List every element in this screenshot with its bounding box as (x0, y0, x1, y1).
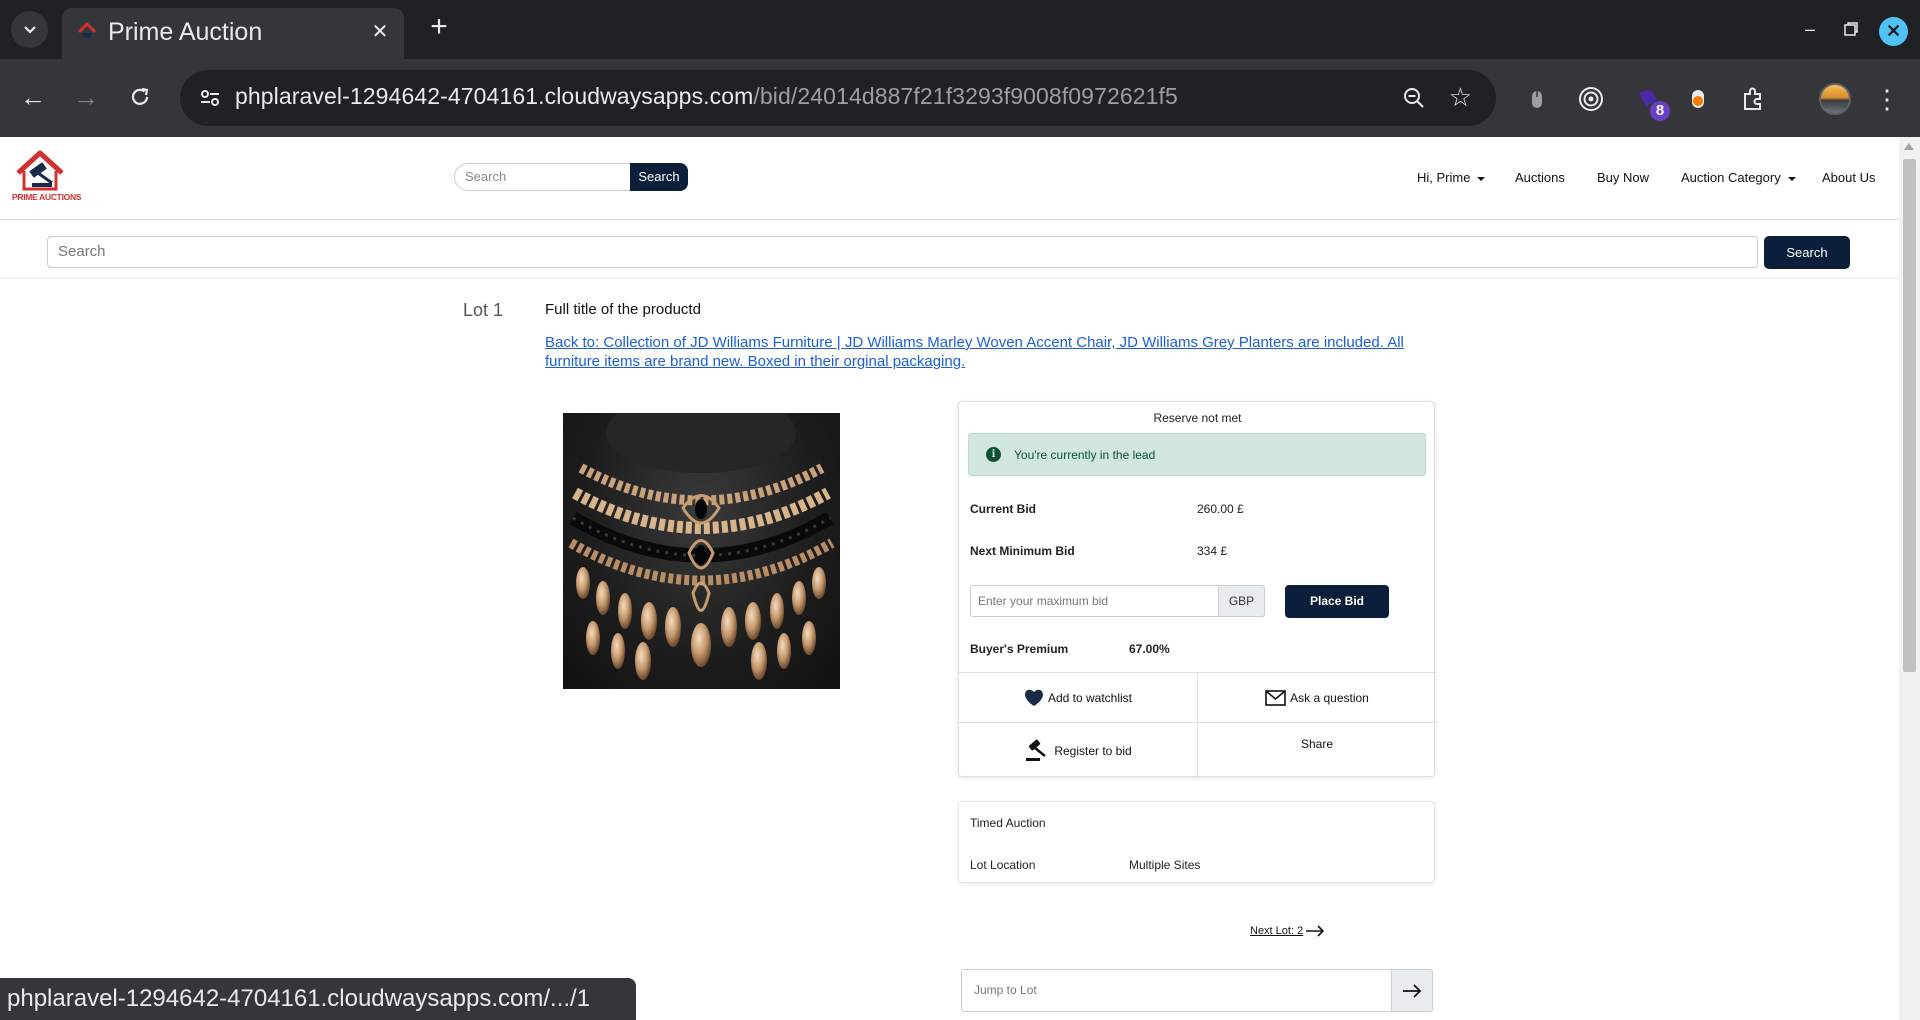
site-header: PRIME AUCTIONS Search Search Hi, Prime A… (0, 137, 1899, 220)
ask-question-label: Ask a question (1290, 690, 1369, 705)
necklace-photo (568, 413, 835, 680)
auction-type: Timed Auction (970, 816, 1046, 830)
back-arrow-icon[interactable]: ← (15, 79, 51, 115)
next-lot-link[interactable]: Next Lot: 2 (1250, 925, 1325, 937)
info-icon: i (986, 447, 1001, 462)
page-scrollbar[interactable] (1899, 137, 1920, 1020)
chevron-down-icon (23, 25, 36, 34)
max-bid-input[interactable]: Enter your maximum bid (970, 585, 1219, 617)
extension-purple-icon[interactable]: 8 (1632, 83, 1670, 121)
next-minimum-bid-value: 334 £ (1197, 544, 1228, 558)
buyers-premium-label: Buyer's Premium (970, 642, 1069, 656)
extension-mouse-icon[interactable] (1521, 83, 1553, 115)
currency-addon: GBP (1219, 585, 1265, 617)
arrow-right-icon (1403, 983, 1422, 998)
lot-info-card: Timed Auction Lot Location Multiple Site… (958, 801, 1435, 883)
nav-buy-now[interactable]: Buy Now (1597, 170, 1649, 185)
favicon-icon (77, 21, 97, 38)
extensions-puzzle-icon[interactable] (1737, 83, 1769, 115)
header-search-button[interactable]: Search (630, 163, 688, 191)
page-viewport: PRIME AUCTIONS Search Search Hi, Prime A… (0, 137, 1899, 1020)
browser-toolbar: ← → phplaravel-1294642-4704161.cloudways… (0, 59, 1920, 137)
main-search-input[interactable]: Search (47, 236, 1758, 268)
heart-icon (1025, 689, 1043, 706)
nav-auction-category[interactable]: Auction Category (1681, 170, 1796, 185)
browser-chrome: Prime Auction ✕ + – ✕ ← → phplaravel-129… (0, 0, 1920, 137)
profile-avatar[interactable] (1819, 83, 1851, 115)
caret-down-icon (1477, 176, 1486, 181)
bid-actions: Add to watchlist Ask a question Register… (959, 672, 1436, 778)
tab-search-button[interactable] (11, 11, 48, 48)
lot-location-label: Lot Location (970, 858, 1036, 872)
arrow-right-icon (1306, 925, 1325, 937)
register-to-bid-button[interactable]: Register to bid (959, 723, 1197, 778)
share-label: Share (1300, 737, 1334, 751)
jump-to-lot-input[interactable]: Jump to Lot (961, 969, 1392, 1012)
add-to-watchlist-button[interactable]: Add to watchlist (959, 673, 1197, 722)
next-minimum-bid-label: Next Minimum Bid (970, 544, 1075, 558)
new-tab-icon[interactable]: + (424, 12, 454, 43)
nav-about-us[interactable]: About Us (1822, 170, 1875, 185)
current-bid-label: Current Bid (970, 502, 1036, 516)
bookmark-star-icon[interactable]: ☆ (1449, 83, 1472, 111)
tab-strip: Prime Auction ✕ + – ✕ (0, 0, 1920, 59)
reload-icon[interactable] (122, 79, 158, 115)
jump-to-lot-button[interactable] (1391, 969, 1433, 1012)
lot-location-value: Multiple Sites (1129, 858, 1201, 872)
share-button[interactable]: Share (1198, 723, 1436, 765)
ask-question-button[interactable]: Ask a question (1198, 673, 1436, 722)
user-menu-label: Hi, Prime (1417, 170, 1471, 185)
url-text: phplaravel-1294642-4704161.cloudwaysapps… (235, 83, 1178, 110)
logo-house-gavel-icon (16, 150, 64, 191)
tab-title: Prime Auction (108, 18, 263, 46)
nav-auctions[interactable]: Auctions (1515, 170, 1565, 185)
user-menu[interactable]: Hi, Prime (1417, 170, 1486, 185)
main-search-button[interactable]: Search (1764, 236, 1850, 269)
active-tab[interactable]: Prime Auction ✕ (62, 8, 404, 59)
minimize-icon[interactable]: – (1795, 14, 1825, 44)
reserve-status: Reserve not met (1153, 411, 1242, 425)
next-lot-label: Next Lot: 2 (1250, 925, 1304, 937)
site-logo[interactable]: PRIME AUCTIONS (10, 149, 86, 211)
buyers-premium-value: 67.00% (1129, 642, 1170, 656)
product-image[interactable] (563, 413, 840, 689)
lot-number: Lot 1 (463, 300, 504, 320)
site-info-icon[interactable] (198, 86, 222, 110)
zoom-out-icon[interactable] (1402, 86, 1426, 110)
place-bid-button[interactable]: Place Bid (1285, 585, 1389, 618)
back-to-auction-link[interactable]: Back to: Collection of JD Williams Furni… (545, 333, 1425, 371)
nav-auction-category-label: Auction Category (1681, 170, 1781, 185)
header-search-input[interactable]: Search (454, 163, 630, 191)
add-to-watchlist-label: Add to watchlist (1047, 690, 1133, 705)
bid-panel: Reserve not met i You're currently in th… (958, 401, 1436, 778)
lead-alert: i You're currently in the lead (968, 433, 1426, 476)
register-to-bid-label: Register to bid (1054, 743, 1132, 758)
link-status-bar: phplaravel-1294642-4704161.cloudwaysapps… (0, 978, 636, 1020)
lot-title: Full title of the productd (545, 301, 701, 318)
caret-down-icon (1787, 176, 1796, 181)
url-host: phplaravel-1294642-4704161.cloudwaysapps… (235, 83, 754, 109)
search-row: Search Search (0, 221, 1899, 279)
extension-badge: 8 (1650, 101, 1670, 121)
logo-text: PRIME AUCTIONS (12, 192, 82, 202)
current-bid-value: 260.00 £ (1197, 502, 1244, 516)
scroll-up-icon[interactable] (1904, 143, 1914, 150)
browser-menu-icon[interactable]: ⋮ (1872, 81, 1902, 117)
lead-message: You're currently in the lead (1014, 448, 1156, 462)
url-path: /bid/24014d887f21f3293f9008f0972621f5 (753, 83, 1178, 109)
scroll-thumb[interactable] (1903, 159, 1916, 672)
forward-arrow-icon[interactable]: → (68, 79, 104, 115)
address-bar[interactable]: phplaravel-1294642-4704161.cloudwaysapps… (180, 70, 1496, 126)
envelope-icon (1265, 689, 1286, 706)
extension-orange-icon[interactable] (1682, 83, 1714, 115)
restore-icon[interactable] (1836, 14, 1866, 44)
window-close-icon[interactable]: ✕ (1879, 17, 1908, 46)
gavel-icon (1026, 739, 1047, 761)
close-tab-icon[interactable]: ✕ (368, 20, 392, 44)
extension-target-icon[interactable] (1575, 83, 1607, 115)
